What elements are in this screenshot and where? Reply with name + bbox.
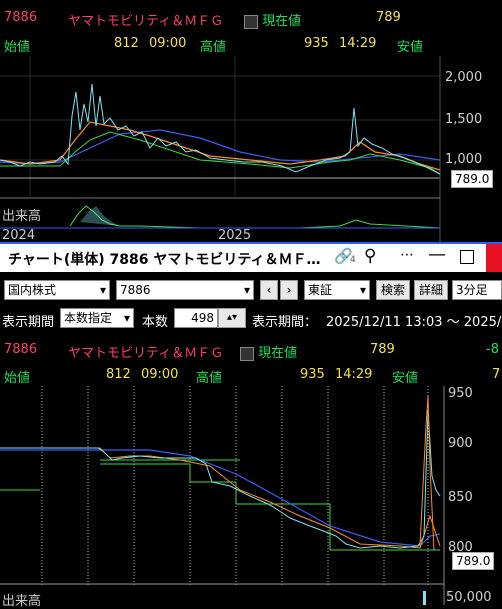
current-price-label: 現在値 <box>262 14 302 29</box>
period-label: 表示期間 <box>2 315 55 330</box>
volume-label: 出来高 <box>2 594 42 609</box>
current-price-value: 789 <box>376 10 401 25</box>
current-price-tag: 789.0 <box>452 552 495 570</box>
bars-input[interactable]: 498 <box>174 308 218 328</box>
volume-tick-50000: 50,000 <box>446 590 492 605</box>
low-label: 安値 <box>397 40 424 55</box>
memo-icon[interactable] <box>240 346 254 361</box>
top-chart-panel: 7886 ヤマトモビリティ＆ＭＦＧ 現在値 789 始値 812 09:00 高… <box>0 0 502 243</box>
low-label: 安値 <box>392 371 419 386</box>
window-title-bar[interactable]: チャート(単体) 7886 ヤマトモビリティ＆ＭＦ… 🔗 4 ⚲ ⋯ — <box>0 244 502 272</box>
stock-name: ヤマトモビリティ＆ＭＦＧ <box>68 14 224 29</box>
exchange-select[interactable]: 東証 ▾ <box>304 280 370 300</box>
y-tick-2000: 2,000 <box>445 70 483 85</box>
open-value: 812 <box>106 367 131 382</box>
high-label: 高値 <box>200 40 227 55</box>
minimize-button[interactable]: ⋯ <box>400 247 414 263</box>
period-range-label: 表示期間： <box>252 315 318 330</box>
top-price-chart[interactable] <box>0 56 502 242</box>
current-price-value: 789 <box>370 342 395 357</box>
code-input[interactable]: 7886 ▾ <box>116 280 254 300</box>
bottom-chart-panel: 7886 ヤマトモビリティ＆ＭＦＧ 現在値 789 -8 始値 812 09:0… <box>0 332 502 609</box>
y-tick-1500: 1,500 <box>445 112 483 127</box>
y-tick-850: 850 <box>448 490 473 505</box>
low-value: 7 <box>492 367 501 382</box>
memo-icon[interactable] <box>244 14 258 29</box>
period-range: 2025/12/11 13:03 ～ 2025/ <box>326 315 502 330</box>
high-time: 14:29 <box>334 367 373 382</box>
search-button[interactable]: 検索 <box>376 280 411 300</box>
high-value: 935 <box>300 367 325 382</box>
y-tick-900: 900 <box>448 436 473 451</box>
volume-label: 出来高 <box>2 209 42 224</box>
price-change-value: -8 <box>486 342 499 357</box>
market-select[interactable]: 国内株式 ▾ <box>4 280 110 300</box>
open-time: 09:00 <box>140 367 179 382</box>
minimize-window-button[interactable]: — <box>428 244 446 265</box>
open-time: 09:00 <box>148 36 187 51</box>
bars-label: 本数 <box>142 315 169 330</box>
search-icon[interactable]: ⚲ <box>364 246 376 266</box>
current-price-tag: 789.0 <box>451 170 494 188</box>
high-value: 935 <box>304 36 329 51</box>
next-button[interactable]: › <box>280 280 298 300</box>
x-label-2024: 2024 <box>2 228 36 243</box>
y-tick-1000: 1,000 <box>445 152 483 167</box>
interval-select[interactable]: 3分足 <box>452 280 502 300</box>
symbol-toolbar: 国内株式 ▾ 7886 ▾ ‹ › 東証 ▾ 検索 詳細 3分足 <box>0 272 502 304</box>
open-label: 始値 <box>4 40 31 55</box>
maximize-button[interactable] <box>460 250 474 264</box>
high-time: 14:29 <box>338 36 377 51</box>
stock-code: 7886 <box>4 10 38 25</box>
stock-code: 7886 <box>4 342 38 357</box>
open-label: 始値 <box>4 371 31 386</box>
current-price-label: 現在値 <box>258 346 298 361</box>
bottom-price-chart[interactable] <box>0 386 502 605</box>
detail-button[interactable]: 詳細 <box>414 280 449 300</box>
bars-stepper[interactable]: ▴▾ <box>218 308 246 328</box>
open-value: 812 <box>114 36 139 51</box>
close-window-button[interactable] <box>486 244 502 272</box>
link-count-badge: 4 <box>350 255 356 265</box>
x-label-2025: 2025 <box>218 228 252 243</box>
y-tick-950: 950 <box>448 386 473 401</box>
prev-button[interactable]: ‹ <box>260 280 278 300</box>
window-title: チャート(単体) 7886 ヤマトモビリティ＆ＭＦ… <box>8 252 321 268</box>
period-mode-select[interactable]: 本数指定 ▾ <box>60 308 134 328</box>
period-toolbar: 表示期間 本数指定 ▾ 本数 498 ▴▾ 表示期間： 2025/12/11 13… <box>0 304 502 332</box>
stock-name: ヤマトモビリティ＆ＭＦＧ <box>68 346 224 361</box>
high-label: 高値 <box>196 371 223 386</box>
